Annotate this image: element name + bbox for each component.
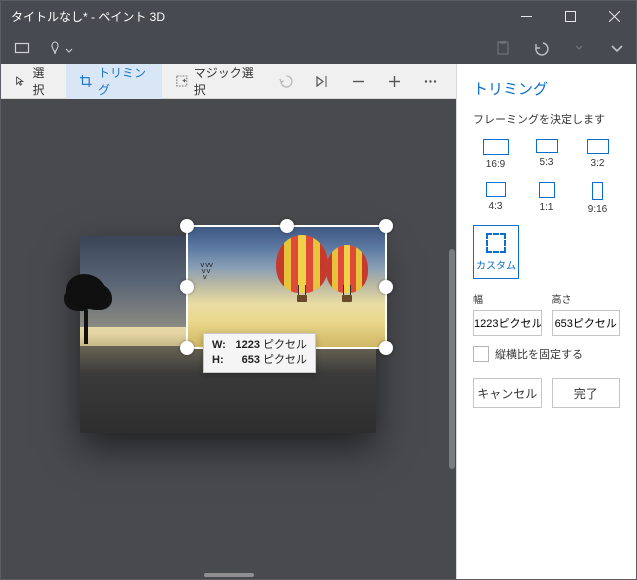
width-label: 幅	[473, 291, 542, 306]
flip-button[interactable]	[304, 64, 340, 99]
crop-handle-se[interactable]	[379, 341, 393, 355]
crop-handle-w[interactable]	[180, 280, 194, 294]
zoom-in-button[interactable]	[376, 64, 412, 99]
crop-handle-n[interactable]	[280, 219, 294, 233]
window-title: タイトルなし* - ペイント 3D	[1, 8, 504, 25]
ratio-5-3[interactable]: 5:3	[524, 135, 569, 174]
crop-handle-ne[interactable]	[379, 219, 393, 233]
tool-crop[interactable]: トリミング	[66, 64, 162, 99]
magic-select-icon	[176, 74, 188, 88]
crop-icon	[80, 74, 92, 88]
brushes-button[interactable]	[47, 35, 73, 61]
zoom-out-button[interactable]	[340, 64, 376, 99]
side-panel: トリミング フレーミングを決定します 16:9 5:3 3:2 4:3 1:1 …	[456, 64, 636, 579]
lock-aspect-label: 縦横比を固定する	[495, 346, 583, 362]
cancel-button[interactable]: キャンセル	[473, 378, 542, 408]
ratio-3-2[interactable]: 3:2	[575, 135, 620, 174]
rotate-button[interactable]	[268, 64, 304, 99]
height-input[interactable]	[552, 310, 621, 336]
tool-crop-label: トリミング	[98, 64, 148, 98]
scrollbar-thumb[interactable]	[449, 249, 455, 469]
cursor-icon	[15, 74, 27, 88]
expand-button[interactable]	[606, 35, 628, 61]
panel-title: トリミング	[457, 64, 636, 107]
vertical-scrollbar[interactable]	[447, 99, 456, 579]
lock-aspect-row[interactable]: 縦横比を固定する	[457, 336, 636, 362]
ratio-1-1[interactable]: 1:1	[524, 178, 569, 219]
selection-toolbar: 選択 トリミング マジック選択	[1, 64, 456, 99]
ribbon	[1, 31, 636, 64]
undo-button[interactable]	[530, 35, 552, 61]
ratio-custom-label: カスタム	[476, 257, 516, 272]
canvas-area[interactable]: ˅ ˅˅ ˅ ˅ ˅ ↔	[1, 99, 456, 579]
custom-ratio-icon	[486, 233, 506, 253]
balloon-1	[276, 235, 328, 302]
maximize-button[interactable]	[548, 1, 592, 31]
close-button[interactable]	[592, 1, 636, 31]
tool-magic-select[interactable]: マジック選択	[162, 64, 268, 99]
image-tree	[61, 274, 111, 344]
crop-handle-nw[interactable]	[180, 219, 194, 233]
dimension-tooltip: W:1223ピクセルH:653ピクセル	[203, 333, 316, 373]
panel-subtitle: フレーミングを決定します	[457, 107, 636, 135]
tool-select[interactable]: 選択	[1, 64, 66, 99]
menu-button[interactable]	[9, 35, 35, 61]
ratio-9-16[interactable]: 9:16	[575, 178, 620, 219]
height-label: 高さ	[552, 291, 621, 306]
crop-handle-sw[interactable]	[180, 341, 194, 355]
tool-magic-label: マジック選択	[194, 64, 254, 98]
paste-button[interactable]	[492, 35, 514, 61]
done-button[interactable]: 完了	[552, 378, 621, 408]
ratio-4-3[interactable]: 4:3	[473, 178, 518, 219]
more-button[interactable]	[412, 64, 448, 99]
aspect-ratio-grid: 16:9 5:3 3:2 4:3 1:1 9:16	[457, 135, 636, 219]
ratio-custom[interactable]: カスタム	[473, 225, 519, 279]
balloon-2	[326, 245, 368, 302]
minimize-button[interactable]	[504, 1, 548, 31]
ratio-16-9[interactable]: 16:9	[473, 135, 518, 174]
redo-dropdown[interactable]	[568, 35, 590, 61]
crop-handle-e[interactable]	[379, 280, 393, 294]
width-input[interactable]	[473, 310, 542, 336]
tool-select-label: 選択	[33, 64, 53, 98]
app-window: タイトルなし* - ペイント 3D 選択 ト	[0, 0, 637, 580]
birds-icon: ˅ ˅˅ ˅ ˅ ˅	[200, 263, 212, 281]
lock-aspect-checkbox[interactable]	[473, 346, 489, 362]
bottom-resize-handle[interactable]	[204, 573, 254, 577]
content: 選択 トリミング マジック選択	[1, 64, 636, 579]
titlebar: タイトルなし* - ペイント 3D	[1, 1, 636, 31]
crop-content: ˅ ˅˅ ˅ ˅ ˅	[188, 227, 385, 347]
crop-frame[interactable]: ˅ ˅˅ ˅ ˅ ˅ ↔	[186, 225, 387, 349]
left-pane: 選択 トリミング マジック選択	[1, 64, 456, 579]
